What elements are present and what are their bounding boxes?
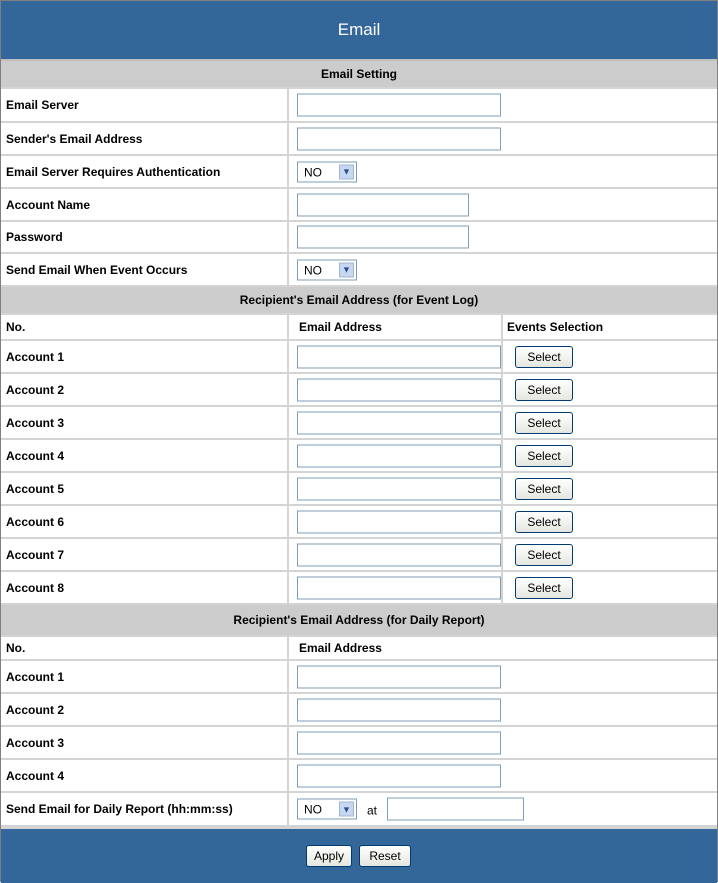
daily-report-email-input[interactable] <box>297 764 501 787</box>
daily-report-time-input[interactable] <box>387 797 524 821</box>
account-label: Account 7 <box>1 539 289 570</box>
account-label: Account 1 <box>1 341 289 372</box>
password-input[interactable] <box>297 225 469 249</box>
row-email-server: Email Server <box>1 89 717 123</box>
event-log-row: Account 6 Select <box>1 506 717 539</box>
account-label: Account 2 <box>1 374 289 405</box>
send-daily-report-label: Send Email for Daily Report (hh:mm:ss) <box>1 793 289 825</box>
event-log-email-input[interactable] <box>297 444 501 467</box>
daily-report-email-input[interactable] <box>297 698 501 721</box>
chevron-down-icon: ▼ <box>339 801 354 817</box>
column-header-events: Events Selection <box>507 320 604 334</box>
account-name-label: Account Name <box>1 189 289 220</box>
section-email-setting: Email Setting <box>1 61 717 89</box>
send-on-event-select[interactable]: NO ▼ <box>297 259 357 280</box>
event-log-row: Account 3 Select <box>1 407 717 440</box>
event-log-email-input[interactable] <box>297 378 501 401</box>
send-on-event-value: NO <box>304 263 322 277</box>
event-log-row: Account 1 Select <box>1 341 717 374</box>
apply-button[interactable]: Apply <box>306 845 352 867</box>
event-log-row: Account 8 Select <box>1 572 717 605</box>
sender-email-label: Sender's Email Address <box>1 123 289 154</box>
event-log-email-input[interactable] <box>297 477 501 500</box>
event-log-row: Account 2 Select <box>1 374 717 407</box>
password-label: Password <box>1 222 289 252</box>
daily-report-row: Account 2 <box>1 694 717 727</box>
section-event-log: Recipient's Email Address (for Event Log… <box>1 287 717 315</box>
daily-report-row: Account 1 <box>1 661 717 694</box>
account-label: Account 4 <box>1 440 289 471</box>
event-log-email-input[interactable] <box>297 543 501 566</box>
column-header-no: No. <box>1 637 289 659</box>
event-log-email-input[interactable] <box>297 510 501 533</box>
email-server-label: Email Server <box>1 89 289 121</box>
events-select-button[interactable]: Select <box>515 378 573 401</box>
auth-required-select[interactable]: NO ▼ <box>297 161 357 182</box>
event-log-row: Account 7 Select <box>1 539 717 572</box>
send-daily-report-select[interactable]: NO ▼ <box>297 798 357 820</box>
row-sender-email: Sender's Email Address <box>1 123 717 156</box>
send-on-event-label: Send Email When Event Occurs <box>1 254 289 285</box>
daily-report-email-input[interactable] <box>297 731 501 754</box>
section-daily-report: Recipient's Email Address (for Daily Rep… <box>1 605 717 637</box>
account-label: Account 3 <box>1 407 289 438</box>
event-log-email-input[interactable] <box>297 345 501 368</box>
at-label: at <box>367 803 378 818</box>
account-name-input[interactable] <box>297 193 469 216</box>
sender-email-input[interactable] <box>297 127 501 150</box>
footer-bar: Apply Reset <box>1 827 717 883</box>
daily-report-email-input[interactable] <box>297 665 501 688</box>
column-header-email: Email Address <box>299 641 382 655</box>
events-select-button[interactable]: Select <box>515 576 573 599</box>
account-label: Account 6 <box>1 506 289 537</box>
account-label: Account 5 <box>1 473 289 504</box>
column-header-no: No. <box>1 315 289 339</box>
row-send-daily-report: Send Email for Daily Report (hh:mm:ss) N… <box>1 793 717 827</box>
reset-button[interactable]: Reset <box>359 845 411 867</box>
page-title: Email <box>1 1 717 61</box>
account-label: Account 1 <box>1 661 289 692</box>
event-log-email-input[interactable] <box>297 576 501 599</box>
events-select-button[interactable]: Select <box>515 543 573 566</box>
auth-required-label: Email Server Requires Authentication <box>1 156 289 187</box>
chevron-down-icon: ▼ <box>339 164 354 179</box>
events-select-button[interactable]: Select <box>515 510 573 533</box>
daily-report-column-headers: No. Email Address <box>1 637 717 661</box>
account-label: Account 3 <box>1 727 289 758</box>
account-label: Account 8 <box>1 572 289 603</box>
event-log-email-input[interactable] <box>297 411 501 434</box>
daily-report-row: Account 4 <box>1 760 717 793</box>
email-server-input[interactable] <box>297 93 501 117</box>
email-settings-panel: Email Email Setting Email Server Sender'… <box>0 0 718 883</box>
row-auth-required: Email Server Requires Authentication NO … <box>1 156 717 189</box>
events-select-button[interactable]: Select <box>515 411 573 434</box>
events-select-button[interactable]: Select <box>515 444 573 467</box>
row-password: Password <box>1 222 717 254</box>
chevron-down-icon: ▼ <box>339 262 354 277</box>
row-account-name: Account Name <box>1 189 717 222</box>
send-daily-report-value: NO <box>304 802 322 817</box>
event-log-row: Account 4 Select <box>1 440 717 473</box>
event-log-row: Account 5 Select <box>1 473 717 506</box>
auth-required-value: NO <box>304 165 322 179</box>
daily-report-row: Account 3 <box>1 727 717 760</box>
account-label: Account 4 <box>1 760 289 791</box>
account-label: Account 2 <box>1 694 289 725</box>
event-log-column-headers: No. Email Address Events Selection <box>1 315 717 341</box>
column-header-email: Email Address <box>291 315 503 339</box>
events-select-button[interactable]: Select <box>515 477 573 500</box>
row-send-on-event: Send Email When Event Occurs NO ▼ <box>1 254 717 287</box>
events-select-button[interactable]: Select <box>515 345 573 368</box>
